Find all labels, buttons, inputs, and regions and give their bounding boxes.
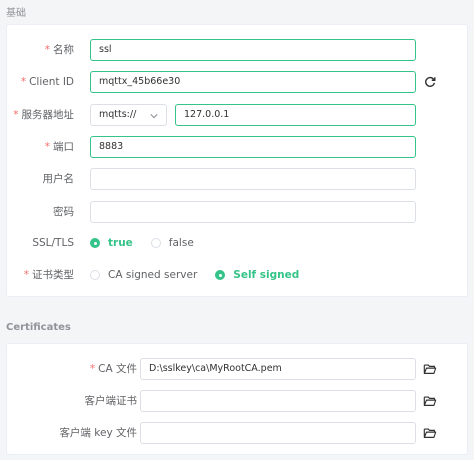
ca-file-label: * CA 文件 <box>89 363 137 375</box>
ssl-tls-radio-group: true false <box>90 232 212 254</box>
username-input[interactable] <box>90 168 416 190</box>
cert-type-self-signed-radio[interactable]: Self signed <box>215 269 299 281</box>
host-input[interactable]: 127.0.0.1 <box>175 104 416 126</box>
required-mark: * <box>89 363 96 375</box>
password-input[interactable] <box>90 201 416 223</box>
client-cert-row: 客户端证书 <box>7 390 467 412</box>
cert-type-radio-group: CA signed server Self signed <box>90 264 317 286</box>
client-id-input[interactable]: mqttx_45b66e30 <box>90 71 416 93</box>
cert-type-ca-signed-radio[interactable]: CA signed server <box>90 269 197 281</box>
client-cert-label: 客户端证书 <box>84 395 138 407</box>
ssl-tls-label: SSL/TLS <box>32 237 74 249</box>
folder-open-icon[interactable] <box>423 426 437 440</box>
client-cert-input[interactable] <box>140 390 416 412</box>
radio-checked-icon <box>215 270 226 280</box>
protocol-select[interactable]: mqtts:// <box>90 104 167 126</box>
required-mark: * <box>20 76 27 88</box>
cert-type-row: * 证书类型 CA signed server Self signed <box>7 264 467 286</box>
client-key-row: 客户端 key 文件 <box>7 422 467 444</box>
port-input[interactable]: 8883 <box>90 136 416 158</box>
radio-unchecked-icon <box>150 238 161 248</box>
client-key-input[interactable] <box>140 422 416 444</box>
basic-settings-card: * 名称 ssl * Client ID mqttx_45b66e30 * 服务器地址… <box>6 24 468 297</box>
client-id-label: * Client ID <box>20 76 74 88</box>
required-mark: * <box>44 141 50 153</box>
port-label: * 端口 <box>44 141 74 153</box>
folder-open-icon[interactable] <box>423 362 437 376</box>
chevron-down-icon <box>150 114 158 119</box>
host-row: * 服务器地址 mqtts:// 127.0.0.1 <box>7 104 467 126</box>
refresh-icon[interactable] <box>423 75 437 89</box>
ca-file-input[interactable]: D:\sslkey\ca\MyRootCA.pem <box>140 358 416 380</box>
ssl-tls-false-radio[interactable]: false <box>150 237 194 249</box>
section-title-certificates: Certificates <box>6 322 71 333</box>
certificates-card: * CA 文件 D:\sslkey\ca\MyRootCA.pem 客户端证书 客… <box>6 343 468 455</box>
name-label: * 名称 <box>44 44 74 56</box>
ssl-tls-row: SSL/TLS true false <box>7 232 467 254</box>
client-id-row: * Client ID mqttx_45b66e30 <box>7 71 467 93</box>
ca-file-row: * CA 文件 D:\sslkey\ca\MyRootCA.pem <box>7 358 467 380</box>
protocol-select-value: mqtts:// <box>99 109 137 120</box>
name-row: * 名称 ssl <box>7 39 467 61</box>
username-row: 用户名 <box>7 168 467 190</box>
section-title-basic: 基础 <box>6 8 26 19</box>
required-mark: * <box>44 44 50 56</box>
folder-open-icon[interactable] <box>423 394 437 408</box>
radio-checked-icon <box>90 238 100 248</box>
cert-type-label: * 证书类型 <box>23 269 74 281</box>
host-label: * 服务器地址 <box>13 109 74 121</box>
port-row: * 端口 8883 <box>7 136 467 158</box>
required-mark: * <box>13 109 19 121</box>
username-label: 用户名 <box>42 173 75 185</box>
password-label: 密码 <box>53 206 74 218</box>
client-key-label: 客户端 key 文件 <box>59 427 137 439</box>
name-input[interactable]: ssl <box>90 39 416 61</box>
ssl-tls-true-radio[interactable]: true <box>90 237 133 249</box>
required-mark: * <box>23 269 29 281</box>
password-row: 密码 <box>7 201 467 223</box>
radio-unchecked-icon <box>90 270 100 280</box>
